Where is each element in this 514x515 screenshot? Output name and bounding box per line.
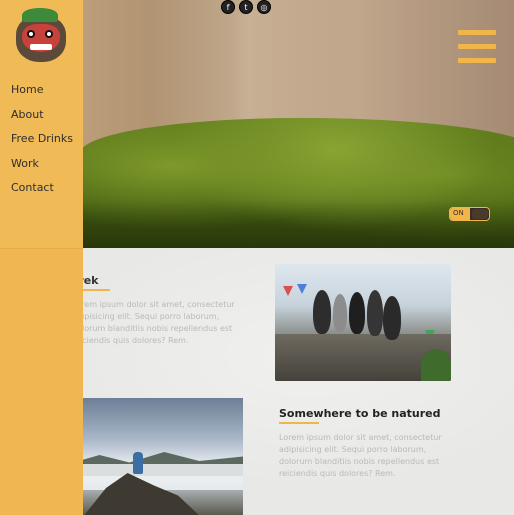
nav-item-contact[interactable]: Contact [11,176,73,201]
moss-shadow [80,200,514,248]
person [349,292,365,334]
nav-item-home[interactable]: Home [11,78,73,103]
logo-eye [45,30,53,38]
person [313,290,331,334]
logo[interactable] [10,8,72,66]
hamburger-menu-icon[interactable] [458,30,496,64]
logo-crown [22,8,58,22]
nav-item-free-drinks[interactable]: Free Drinks [11,127,73,152]
fog-layer [68,464,243,490]
sidebar: Home About Free Drinks Work Contact [0,0,83,515]
toggle-knob [472,209,488,219]
nature-heading: Somewhere to be natured [279,407,441,420]
group-photo [275,264,451,381]
logo-eye [27,30,35,38]
logo-teeth [30,44,52,50]
theme-toggle[interactable]: ON [449,207,490,221]
prayer-flag [283,286,293,296]
nav-item-about[interactable]: About [11,103,73,128]
tree [421,349,451,381]
person [333,294,347,332]
sidebar-divider [0,248,83,249]
trek-description: Lorem ipsum dolor sit amet, consectetur … [72,300,235,345]
nature-description: Lorem ipsum dolor sit amet, consectetur … [279,433,442,478]
mountain-photo [68,398,243,515]
toggle-label: ON [453,209,464,217]
prayer-flag [297,284,307,294]
person [367,290,383,336]
sidebar-nav: Home About Free Drinks Work Contact [11,78,73,201]
hamburger-bar [458,58,496,63]
facebook-icon[interactable]: f [221,0,235,14]
hamburger-bar [458,44,496,49]
photographer [133,452,143,474]
social-links: f t ◎ [221,0,271,14]
person [383,296,401,340]
hamburger-bar [458,30,496,35]
nature-underline [279,422,319,424]
nav-item-work[interactable]: Work [11,152,73,177]
instagram-icon[interactable]: ◎ [257,0,271,14]
twitter-icon[interactable]: t [239,0,253,14]
